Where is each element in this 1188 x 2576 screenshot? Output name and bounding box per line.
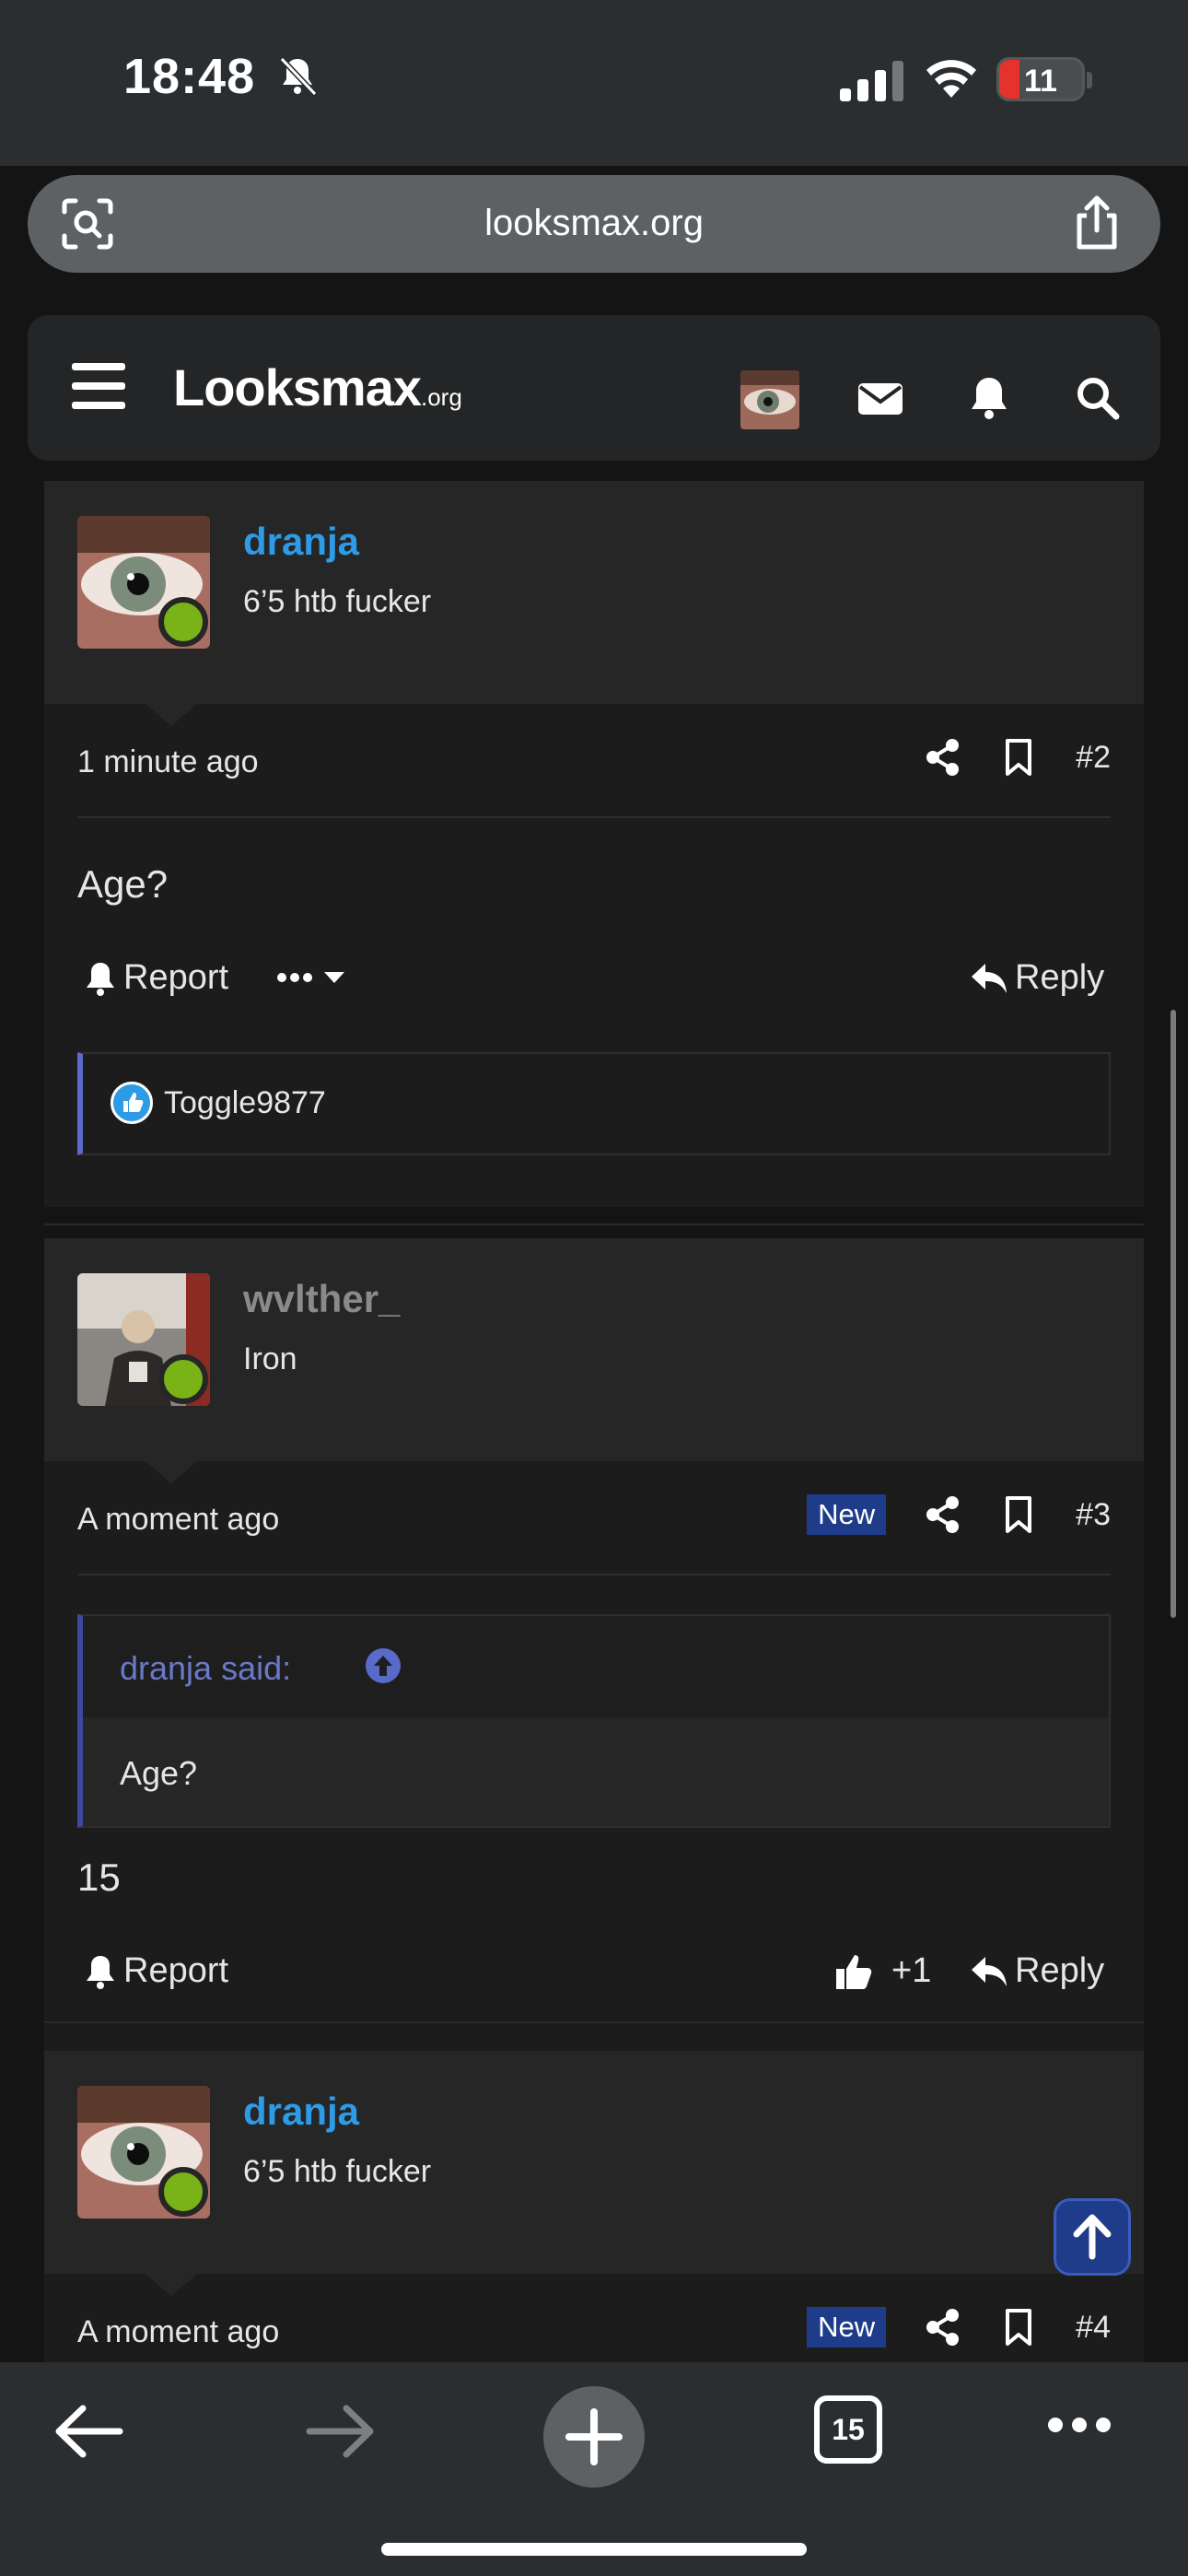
post-time[interactable]: A moment ago xyxy=(77,1502,279,1538)
quote-author[interactable]: dranja said: xyxy=(120,1649,291,1688)
quote-body: Age? xyxy=(83,1717,1109,1826)
reply-icon xyxy=(972,963,1007,993)
quote-header: dranja said: xyxy=(83,1616,1109,1717)
more-menu-icon[interactable] xyxy=(1046,2416,1112,2434)
post: dranja 6’5 htb fucker 1 minute ago #2 Ag… xyxy=(44,481,1144,1207)
address-bar[interactable]: looksmax.org xyxy=(28,175,1160,273)
bell-icon xyxy=(87,1955,114,1989)
bookmark-icon[interactable] xyxy=(1000,2308,1037,2347)
user-bar-pointer xyxy=(146,1461,197,1483)
web-content[interactable]: Looksmax.org dranja 6’5 htb fucker 1 min… xyxy=(0,302,1188,2362)
post-user-bar: dranja 6’5 htb fucker xyxy=(44,481,1144,704)
browser-toolbar: 15 xyxy=(0,2362,1188,2576)
user-bar-pointer xyxy=(146,704,197,726)
battery-level: 11 xyxy=(1024,64,1057,99)
reply-icon xyxy=(972,1956,1007,1986)
post-meta-actions: New #3 xyxy=(807,1487,1111,1542)
status-time: 18:48 xyxy=(123,49,256,104)
bell-slash-icon xyxy=(279,56,318,97)
arrow-up-icon xyxy=(1073,2214,1112,2260)
share-icon[interactable] xyxy=(925,2308,961,2347)
post-separator xyxy=(77,816,1111,818)
post-number[interactable]: #2 xyxy=(1076,740,1111,776)
username[interactable]: wvlther_ xyxy=(243,1277,400,1321)
status-bar: 18:48 11 looksmax.org xyxy=(0,0,1188,273)
online-indicator xyxy=(158,597,208,647)
site-header: Looksmax.org xyxy=(28,315,1160,461)
plus-icon xyxy=(565,2408,623,2465)
url-text: looksmax.org xyxy=(484,203,704,243)
jump-to-quote-icon[interactable] xyxy=(365,1647,402,1684)
reactions-bar[interactable]: Toggle9877 xyxy=(77,1052,1111,1155)
new-badge: New xyxy=(807,2307,887,2348)
user-title: 6’5 htb fucker xyxy=(243,2154,432,2189)
post: dranja 6’5 htb fucker A moment ago New #… xyxy=(44,2051,1144,2362)
forward-arrow-icon[interactable] xyxy=(306,2403,376,2460)
post-meta-actions: New #4 xyxy=(807,2300,1111,2355)
back-arrow-icon[interactable] xyxy=(53,2403,123,2460)
post-body: Age? xyxy=(77,862,169,906)
post-user-bar: dranja 6’5 htb fucker xyxy=(44,2051,1144,2274)
new-badge: New xyxy=(807,1494,887,1535)
share-icon[interactable] xyxy=(925,1495,961,1534)
post-time[interactable]: 1 minute ago xyxy=(77,744,259,780)
wifi-icon xyxy=(926,60,976,98)
share-icon[interactable] xyxy=(925,738,961,777)
post-number[interactable]: #4 xyxy=(1076,2310,1111,2346)
search-icon[interactable] xyxy=(1074,374,1122,422)
site-logo[interactable]: Looksmax.org xyxy=(173,357,462,417)
blockquote: dranja said: Age? xyxy=(77,1614,1111,1828)
reply-button[interactable]: Reply xyxy=(969,1951,1104,1991)
reply-button[interactable]: Reply xyxy=(969,958,1104,998)
new-tab-button[interactable] xyxy=(543,2386,645,2488)
more-options-button[interactable] xyxy=(276,964,355,991)
username[interactable]: dranja xyxy=(243,520,359,564)
like-button[interactable]: +1 xyxy=(834,1951,931,1991)
user-bar-pointer xyxy=(146,2274,197,2296)
username[interactable]: dranja xyxy=(243,2090,359,2134)
post-separator xyxy=(77,1574,1111,1575)
more-dropdown-icon xyxy=(277,972,344,983)
envelope-icon[interactable] xyxy=(856,374,904,422)
online-indicator xyxy=(158,1354,208,1404)
user-title: Iron xyxy=(243,1341,297,1376)
post-number[interactable]: #3 xyxy=(1076,1497,1111,1533)
reaction-user[interactable]: Toggle9877 xyxy=(164,1085,326,1121)
hamburger-menu-icon[interactable] xyxy=(72,363,125,409)
post-meta-actions: #2 xyxy=(925,730,1111,785)
user-title: 6’5 htb fucker xyxy=(243,584,432,619)
bookmark-icon[interactable] xyxy=(1000,738,1037,777)
report-button[interactable]: Report xyxy=(83,958,228,998)
bell-icon xyxy=(87,962,114,996)
post-divider xyxy=(44,2021,1144,2023)
thumbs-up-icon xyxy=(836,1954,872,1989)
bookmark-icon[interactable] xyxy=(1000,1495,1037,1534)
scroll-to-top-button[interactable] xyxy=(1054,2198,1131,2276)
like-reaction-icon xyxy=(111,1082,153,1124)
share-icon[interactable] xyxy=(1070,195,1124,251)
post-time[interactable]: A moment ago xyxy=(77,2314,279,2350)
report-button[interactable]: Report xyxy=(83,1951,228,1991)
tabs-button[interactable]: 15 xyxy=(814,2395,882,2464)
battery-indicator: 11 xyxy=(996,57,1085,101)
online-indicator xyxy=(158,2167,208,2217)
cellular-signal-icon xyxy=(840,61,903,101)
page-scrollbar[interactable] xyxy=(1171,1010,1176,1618)
post-body: 15 xyxy=(77,1856,121,1899)
quote-text: Age? xyxy=(120,1754,198,1792)
battery-tip xyxy=(1087,72,1092,88)
account-avatar[interactable] xyxy=(740,370,799,429)
bell-icon[interactable] xyxy=(965,374,1013,422)
home-indicator[interactable] xyxy=(381,2543,807,2556)
post-user-bar: wvlther_ Iron xyxy=(44,1238,1144,1461)
post-divider xyxy=(44,1224,1144,1225)
